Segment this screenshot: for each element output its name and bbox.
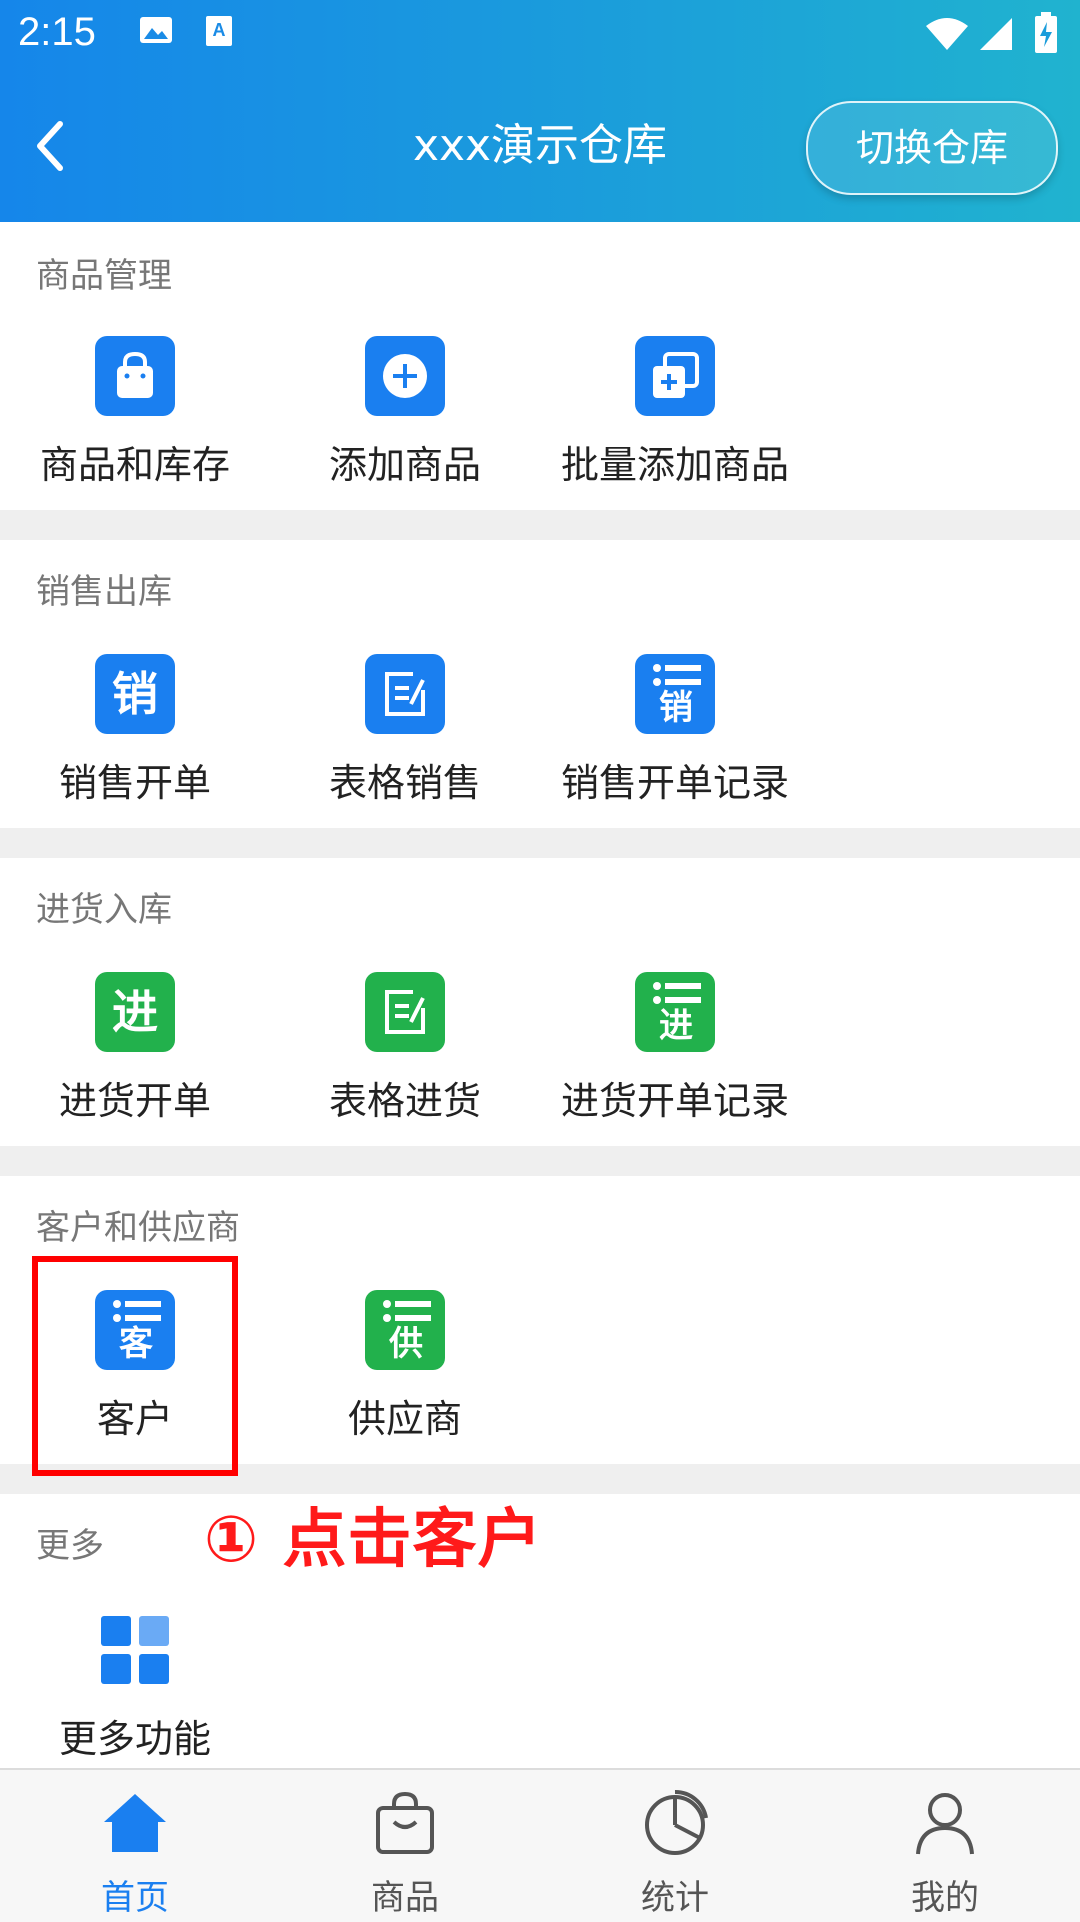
batch-add-icon bbox=[635, 336, 715, 416]
purchase-record-icon: 进 bbox=[635, 972, 715, 1052]
app-header: 2:15 A xxx演示仓库 切换仓库 bbox=[0, 0, 1080, 222]
tile-glyph: 进 bbox=[659, 1006, 693, 1046]
add-goods-item[interactable]: 添加商品 bbox=[270, 336, 540, 489]
nav-label: 统计 bbox=[641, 1878, 709, 1918]
purchase-order-item[interactable]: 进 进货开单 bbox=[0, 972, 270, 1125]
section-title: 进货入库 bbox=[36, 890, 172, 930]
section-purchase-inbound: 进货入库 进 进货开单 表格进货 进 进货开单记录 bbox=[0, 858, 1080, 1146]
section-divider bbox=[0, 828, 1080, 858]
sales-order-item[interactable]: 销 销售开单 bbox=[0, 654, 270, 807]
purchase-icon: 进 bbox=[95, 972, 175, 1052]
tile-glyph: 销 bbox=[112, 667, 158, 721]
supplier-list-icon: 供 bbox=[365, 1290, 445, 1370]
nav-stats[interactable]: 统计 bbox=[540, 1770, 810, 1922]
item-label: 进货开单 bbox=[58, 1079, 211, 1123]
item-label: 进货开单记录 bbox=[560, 1079, 789, 1123]
item-label: 批量添加商品 bbox=[560, 443, 789, 487]
section-goods-management: 商品管理 商品和库存 添加商品 批量添加商品 bbox=[0, 222, 1080, 510]
grid-icon bbox=[95, 1610, 175, 1690]
nav-home[interactable]: 首页 bbox=[0, 1770, 270, 1922]
edit-sheet-icon bbox=[365, 654, 445, 734]
customer-highlight-box bbox=[32, 1256, 238, 1476]
svg-text:A: A bbox=[213, 20, 226, 40]
switch-warehouse-button[interactable]: 切换仓库 bbox=[806, 101, 1058, 195]
item-label: 供应商 bbox=[347, 1397, 462, 1441]
shopping-bag-icon bbox=[95, 336, 175, 416]
section-title: 销售出库 bbox=[36, 572, 172, 612]
item-label: 表格进货 bbox=[328, 1079, 481, 1123]
nav-label: 商品 bbox=[371, 1878, 439, 1918]
supplier-item[interactable]: 供 供应商 bbox=[270, 1290, 540, 1443]
section-title: 更多 bbox=[36, 1526, 104, 1566]
section-sales-outbound: 销售出库 销 销售开单 表格销售 销 销售开单记录 bbox=[0, 540, 1080, 828]
item-label: 销售开单记录 bbox=[560, 761, 789, 805]
purchase-record-item[interactable]: 进 进货开单记录 bbox=[540, 972, 810, 1125]
goods-inventory-item[interactable]: 商品和库存 bbox=[0, 336, 270, 489]
sheet-purchase-item[interactable]: 表格进货 bbox=[270, 972, 540, 1125]
item-label: 添加商品 bbox=[328, 443, 481, 487]
item-label: 销售开单 bbox=[58, 761, 211, 805]
tile-glyph: 供 bbox=[389, 1324, 423, 1364]
nav-label: 我的 bbox=[911, 1878, 979, 1918]
keyboard-notification-icon: A bbox=[206, 16, 232, 46]
tile-glyph: 进 bbox=[112, 985, 158, 1039]
nav-goods[interactable]: 商品 bbox=[270, 1770, 540, 1922]
sales-icon: 销 bbox=[95, 654, 175, 734]
plus-circle-icon bbox=[365, 336, 445, 416]
sheet-sales-item[interactable]: 表格销售 bbox=[270, 654, 540, 807]
section-divider bbox=[0, 510, 1080, 540]
item-label: 更多功能 bbox=[58, 1717, 211, 1761]
more-functions-item[interactable]: 更多功能 bbox=[0, 1610, 270, 1763]
image-notification-icon bbox=[140, 17, 172, 43]
tutorial-annotation: ① 点击客户 bbox=[204, 1503, 543, 1577]
tile-glyph: 销 bbox=[659, 688, 693, 728]
sales-record-icon: 销 bbox=[635, 654, 715, 734]
battery-icon bbox=[1035, 12, 1057, 53]
user-icon bbox=[916, 1793, 974, 1855]
nav-label: 首页 bbox=[101, 1878, 169, 1918]
item-label: 商品和库存 bbox=[39, 443, 230, 487]
pie-chart-icon bbox=[645, 1789, 708, 1855]
sales-record-item[interactable]: 销 销售开单记录 bbox=[540, 654, 810, 807]
home-icon bbox=[104, 1794, 166, 1852]
signal-icon bbox=[980, 18, 1012, 50]
edit-sheet-icon bbox=[365, 972, 445, 1052]
section-title: 商品管理 bbox=[36, 256, 172, 296]
section-divider bbox=[0, 1146, 1080, 1176]
wifi-icon bbox=[926, 18, 968, 50]
status-time: 2:15 bbox=[18, 10, 96, 54]
bottom-nav: 首页 商品 统计 我的 bbox=[0, 1768, 1080, 1922]
nav-mine[interactable]: 我的 bbox=[810, 1770, 1080, 1922]
item-label: 表格销售 bbox=[328, 761, 481, 805]
bag-icon bbox=[376, 1791, 434, 1854]
batch-add-goods-item[interactable]: 批量添加商品 bbox=[540, 336, 810, 489]
section-title: 客户和供应商 bbox=[36, 1208, 240, 1248]
